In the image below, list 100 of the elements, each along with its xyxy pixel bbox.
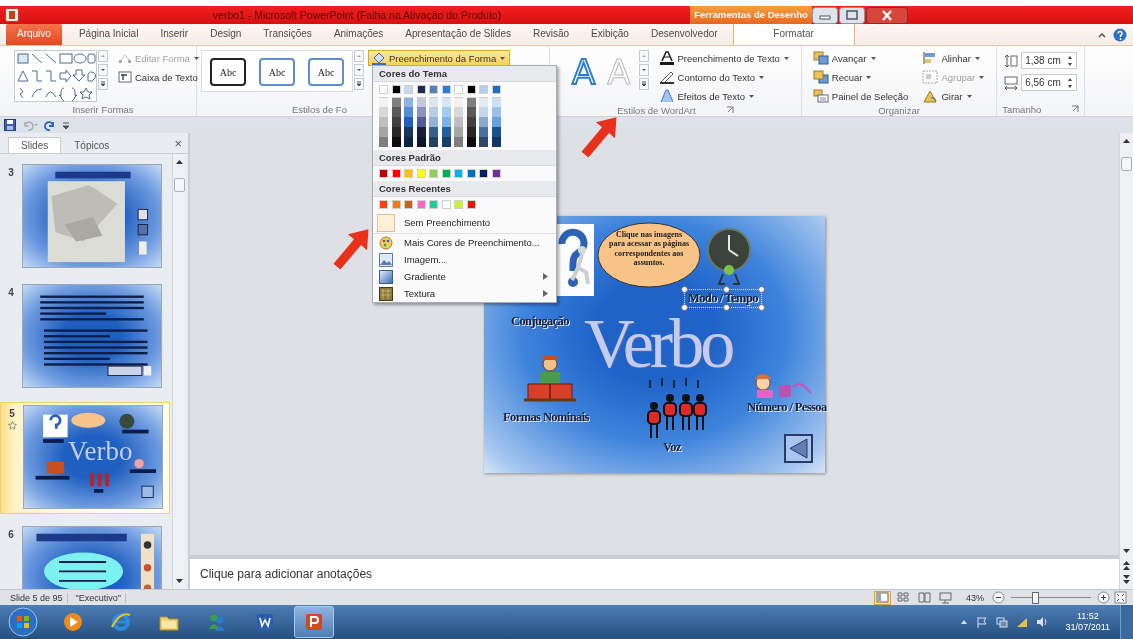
scroll-up-button[interactable] [174,157,185,167]
minimize-button[interactable] [812,6,838,24]
next-slide-button[interactable] [1121,574,1132,586]
color-swatch[interactable] [441,85,451,94]
ribbon-button[interactable]: Avançar [808,50,913,66]
menu-item[interactable]: Imagem... [373,251,556,268]
redo-icon[interactable] [44,119,56,131]
color-swatch[interactable] [441,169,451,178]
color-swatch[interactable] [391,137,401,147]
resize-handle[interactable] [757,285,765,293]
color-swatch[interactable] [379,97,388,107]
color-swatch[interactable] [479,107,488,117]
color-swatch[interactable] [391,200,401,209]
save-icon[interactable] [4,119,16,131]
network-icon[interactable] [995,616,1008,628]
ribbon-tab[interactable]: Exibição [580,24,640,45]
shape-fill-button[interactable]: Preenchimento da Forma [368,50,511,66]
slide-label[interactable]: Voz [663,439,681,454]
resize-handle[interactable] [722,285,730,293]
size-field[interactable]: 1,38 cm [1021,52,1078,69]
ribbon-tab[interactable]: Revisão [521,24,581,45]
ribbon-tab[interactable]: Desenvolvedor [639,24,729,45]
ribbon-tab[interactable]: Transições [252,24,323,45]
color-swatch[interactable] [404,127,413,137]
color-swatch[interactable] [441,137,451,147]
color-swatch[interactable] [454,107,463,117]
size-field[interactable]: 6,56 cm [1021,74,1078,91]
slide-label[interactable]: Número / Pessoa [747,399,827,414]
gallery-more-button[interactable] [98,78,108,90]
previous-slide-button[interactable] [1121,559,1132,571]
shape-gallery[interactable] [14,50,97,102]
zoom-in-button[interactable] [1097,591,1110,604]
zoom-level[interactable]: 43% [962,592,988,603]
ribbon-button[interactable]: Recuar [808,69,913,85]
maximize-button[interactable] [839,6,865,24]
color-swatch[interactable] [479,127,488,137]
color-swatch[interactable] [491,97,501,107]
color-swatch[interactable] [491,85,501,94]
color-swatch[interactable] [416,97,426,107]
close-pane-button[interactable]: × [174,135,182,151]
color-swatch[interactable] [479,85,488,94]
slide-label[interactable]: Conjugação [511,313,569,328]
zoom-out-button[interactable] [992,591,1005,604]
shape-style-option[interactable]: Abc [259,58,295,86]
ribbon-tab[interactable]: Apresentação de Slides [394,24,522,45]
spinner-icon[interactable] [1067,54,1074,67]
color-swatch[interactable] [416,169,426,178]
menu-item[interactable]: Gradiente [373,268,556,285]
taskbar-button[interactable] [294,606,334,638]
shape-style-option[interactable]: Abc [308,58,344,86]
color-swatch[interactable] [429,117,438,127]
menu-item[interactable]: Textura [373,285,556,302]
scroll-up-button[interactable] [1121,136,1132,146]
scroll-down-button[interactable] [1121,546,1132,556]
color-swatch[interactable] [466,169,476,178]
color-swatch[interactable] [454,137,463,147]
color-swatch[interactable] [404,200,413,209]
slide-label[interactable]: Formas Nominais [503,409,589,424]
spinner-icon[interactable] [1067,76,1074,89]
color-swatch[interactable] [479,117,488,127]
ribbon-button[interactable]: Painel de Seleção [808,88,913,104]
start-button[interactable] [8,607,38,637]
color-swatch[interactable] [454,97,463,107]
color-swatch[interactable] [404,117,413,127]
color-swatch[interactable] [379,200,388,209]
dialog-launcher-icon[interactable] [725,106,734,114]
volume-icon[interactable] [1035,616,1048,628]
color-swatch[interactable] [466,117,476,127]
color-swatch[interactable] [391,117,401,127]
color-swatch[interactable] [404,97,413,107]
color-swatch[interactable] [491,107,501,117]
color-swatch[interactable] [416,117,426,127]
color-swatch[interactable] [391,97,401,107]
signal-icon[interactable] [1015,616,1028,628]
ribbon-button[interactable]: Caixa de Texto [114,69,204,85]
ribbon-button[interactable]: Girar [918,88,990,104]
ribbon-button[interactable]: Efeitos de Texto [654,88,794,104]
scroll-down-button[interactable] [174,576,185,586]
color-swatch[interactable] [416,127,426,137]
color-swatch[interactable] [379,169,388,178]
resize-handle[interactable] [681,285,688,293]
dialog-launcher-icon[interactable] [1071,105,1080,113]
ribbon-tab[interactable]: Página Inicial [67,24,150,45]
back-button[interactable] [784,433,813,463]
color-swatch[interactable] [491,169,501,178]
color-swatch[interactable] [479,137,488,147]
color-swatch[interactable] [416,85,426,94]
resize-handle[interactable] [757,303,765,311]
color-swatch[interactable] [454,200,463,209]
view-button[interactable] [916,590,933,605]
color-swatch[interactable] [454,169,463,178]
ribbon-tab[interactable]: Animações [322,24,395,45]
color-swatch[interactable] [404,85,413,94]
pane-tab[interactable]: Slides [8,137,62,153]
wordart-style-option[interactable]: A [572,55,596,89]
color-swatch[interactable] [479,169,488,178]
ribbon-button[interactable]: Contorno do Texto [654,69,794,85]
color-swatch[interactable] [429,169,438,178]
view-button[interactable] [937,590,954,605]
color-swatch[interactable] [429,107,438,117]
